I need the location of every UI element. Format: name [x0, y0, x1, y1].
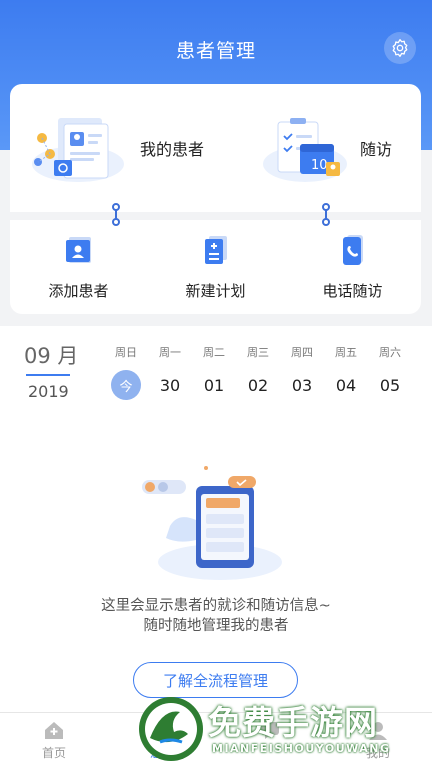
add-patient-label: 添加患者 [48, 282, 109, 300]
watermark-logo [139, 697, 203, 761]
empty-message-line1: 这里会显示患者的就诊和随访信息~ [101, 598, 331, 614]
day-number[interactable]: 04 [331, 370, 361, 400]
phone-icon [342, 235, 363, 265]
weekday-label: 周一 [159, 346, 181, 359]
day-cell[interactable]: 周五 04 [324, 344, 368, 400]
gear-icon [392, 39, 408, 57]
add-patient-button[interactable]: 添加患者 [10, 220, 147, 314]
watermark-subtext: MIANFEISHOUYOUWANG [212, 742, 391, 755]
year-label: 2019 [28, 382, 69, 401]
empty-illustration [142, 466, 282, 580]
my-patients-label: 我的患者 [140, 140, 205, 159]
weekday-label: 周四 [291, 346, 313, 359]
empty-message: 这里会显示患者的就诊和随访信息~ 随时随地管理我的患者 [0, 596, 432, 636]
day-cell[interactable]: 周三 02 [236, 344, 280, 400]
calendar-number: 10 [311, 158, 328, 173]
weekday-label: 周六 [379, 346, 401, 359]
calendar-illustration: 10 [263, 118, 347, 182]
empty-message-line2: 随时随地管理我的患者 [143, 618, 289, 634]
weekday-label: 周三 [247, 346, 269, 359]
page-title: 患者管理 [175, 40, 256, 62]
settings-button[interactable] [384, 32, 416, 64]
nav-home[interactable]: 首页 [0, 713, 108, 768]
day-number[interactable]: 02 [243, 370, 273, 400]
day-cell[interactable]: 周一 30 [148, 344, 192, 400]
weekday-label: 周二 [203, 346, 225, 359]
plan-doc-icon [204, 236, 227, 264]
patients-illustration [32, 118, 124, 182]
watermark: 免费手游网 MIANFEISHOUYOUWANG [136, 690, 426, 764]
divider [10, 212, 421, 220]
id-card-icon [65, 237, 91, 263]
week-days: 周日今 周一 30 周二 01 周三 02 周四 03 周五 04 周六 05 [104, 344, 424, 400]
home-icon [45, 722, 63, 739]
new-plan-label: 新建计划 [185, 282, 246, 300]
phone-follow-up-button[interactable]: 电话随访 [284, 220, 421, 314]
empty-state: 这里会显示患者的就诊和随访信息~ 随时随地管理我的患者 了解全流程管理 [0, 422, 432, 712]
my-patients-entry[interactable]: 我的患者 [28, 84, 228, 212]
watermark-text: 免费手游网 [208, 703, 378, 742]
day-number[interactable]: 05 [375, 370, 405, 400]
month-selector[interactable]: 09 月 [24, 340, 78, 370]
day-cell[interactable]: 周四 03 [280, 344, 324, 400]
day-cell[interactable]: 周二 01 [192, 344, 236, 400]
day-number[interactable]: 01 [199, 370, 229, 400]
nav-home-label: 首页 [41, 746, 66, 760]
connector-dot [322, 203, 330, 211]
month-underline [26, 374, 70, 376]
phone-follow-up-label: 电话随访 [322, 282, 383, 300]
weekday-label: 周日 [115, 346, 137, 359]
date-strip: 09 月 2019 周日今 周一 30 周二 01 周三 02 周四 03 周五 04 周… [0, 326, 432, 422]
weekday-label: 周五 [335, 346, 357, 359]
day-cell[interactable]: 周日今 [104, 344, 148, 400]
follow-up-entry[interactable]: 10 随访 [260, 84, 420, 212]
follow-up-label: 随访 [360, 140, 393, 159]
day-number[interactable]: 30 [155, 370, 185, 400]
day-cell[interactable]: 周六 05 [368, 344, 412, 400]
patient-card: 我的患者 10 随访 添加患者 新建计划 电话随访 [10, 84, 421, 314]
today-badge[interactable]: 今 [111, 370, 141, 400]
new-plan-button[interactable]: 新建计划 [147, 220, 284, 314]
day-number[interactable]: 03 [287, 370, 317, 400]
connector-dot [112, 203, 120, 211]
